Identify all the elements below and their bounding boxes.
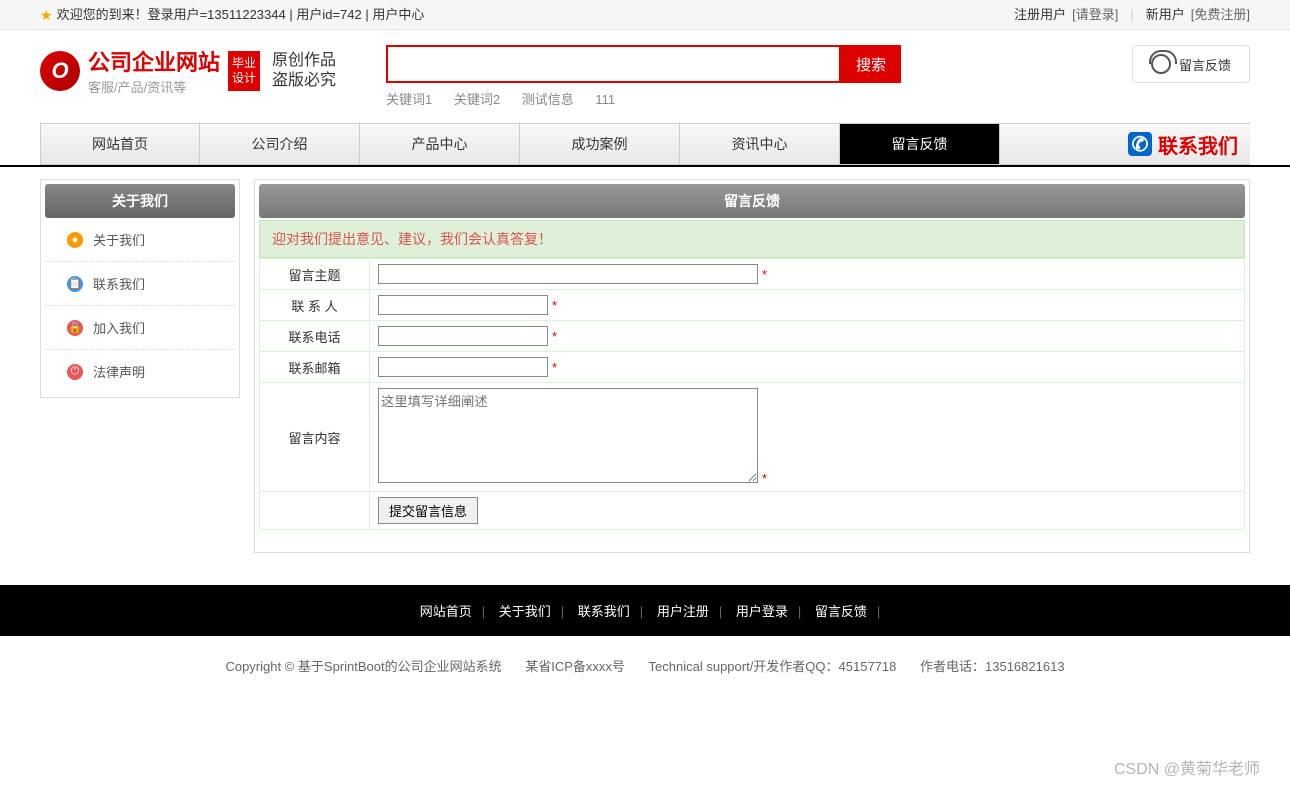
script-line1: 原创作品 bbox=[272, 51, 336, 70]
keywords-row: 关键词1 关键词2 测试信息 111 bbox=[386, 89, 901, 108]
label-email: 联系邮箱 bbox=[260, 352, 370, 383]
sidebar-item-legal[interactable]: ⏻ 法律声明 bbox=[45, 350, 235, 393]
label-empty bbox=[260, 492, 370, 530]
badge-line1: 毕业 bbox=[232, 56, 256, 70]
keyword-link[interactable]: 关键词2 bbox=[454, 92, 500, 107]
sidebar-item-contact[interactable]: 📋 联系我们 bbox=[45, 262, 235, 306]
contact-input[interactable] bbox=[378, 295, 548, 315]
badge-box: 毕业 设计 bbox=[228, 51, 260, 91]
phone-input[interactable] bbox=[378, 326, 548, 346]
main-nav: 网站首页 公司介绍 产品中心 成功案例 资讯中心 留言反馈 ✆ 联系我们 bbox=[40, 123, 1250, 165]
keyword-link[interactable]: 111 bbox=[595, 92, 615, 107]
nav-products[interactable]: 产品中心 bbox=[360, 124, 520, 164]
topbar-right: 注册用户 [请登录] | 新用户 [免费注册] bbox=[1014, 0, 1250, 29]
phone-icon: ✆ bbox=[1128, 132, 1152, 156]
required-mark: * bbox=[762, 267, 767, 282]
feedback-shortcut-button[interactable]: 留言反馈 bbox=[1132, 45, 1250, 83]
footer-link[interactable]: 用户注册 bbox=[657, 604, 709, 619]
content-panel: 留言反馈 迎对我们提出意见、建议，我们会认真答复！ 留言主题 * 联 系 人 *… bbox=[254, 179, 1250, 553]
author-tel: 作者电话：13516821613 bbox=[920, 659, 1065, 674]
subject-input[interactable] bbox=[378, 264, 758, 284]
nav-feedback[interactable]: 留言反馈 bbox=[840, 124, 1000, 164]
footer-link[interactable]: 关于我们 bbox=[499, 604, 551, 619]
nav-contact[interactable]: ✆ 联系我们 bbox=[1116, 124, 1250, 164]
headset-icon bbox=[1151, 54, 1171, 74]
sidebar-header: 关于我们 bbox=[45, 184, 235, 218]
keyword-link[interactable]: 关键词1 bbox=[386, 92, 432, 107]
topbar: ★ 欢迎您的到来！登录用户=13511223344 | 用户id=742 | 用… bbox=[0, 0, 1290, 30]
icp-text: 某省ICP备xxxx号 bbox=[525, 659, 625, 674]
logo-text-block: 公司企业网站 客服/产品/资讯等 bbox=[88, 45, 220, 96]
sidebar-item-label: 加入我们 bbox=[93, 318, 145, 337]
search-area: 搜索 关键词1 关键词2 测试信息 111 bbox=[386, 45, 901, 108]
label-phone: 联系电话 bbox=[260, 321, 370, 352]
required-mark: * bbox=[552, 298, 557, 313]
submit-button[interactable]: 提交留言信息 bbox=[378, 497, 478, 524]
star-icon: ★ bbox=[40, 0, 53, 30]
footer-nav: 网站首页| 关于我们| 联系我们| 用户注册| 用户登录| 留言反馈| bbox=[0, 585, 1290, 636]
script-text: 原创作品 盗版必究 bbox=[272, 51, 336, 89]
dot-icon: ● bbox=[67, 232, 83, 248]
sidebar-item-join[interactable]: 🔒 加入我们 bbox=[45, 306, 235, 350]
sidebar-item-about[interactable]: ● 关于我们 bbox=[45, 218, 235, 262]
support-text: Technical support/开发作者QQ：45157718 bbox=[649, 659, 897, 674]
watermark: CSDN @黄菊华老师 bbox=[1114, 755, 1260, 779]
search-box: 搜索 bbox=[386, 45, 901, 83]
logo-title: 公司企业网站 bbox=[88, 45, 220, 77]
nav-contact-label: 联系我们 bbox=[1158, 130, 1238, 159]
body-textarea[interactable] bbox=[378, 388, 758, 483]
newuser-label: 新用户 bbox=[1146, 0, 1185, 30]
logo-icon: O bbox=[40, 51, 80, 91]
sidebar: 关于我们 ● 关于我们 📋 联系我们 🔒 加入我们 ⏻ 法律声明 bbox=[40, 179, 240, 398]
form-hint: 迎对我们提出意见、建议，我们会认真答复！ bbox=[259, 220, 1245, 258]
feedback-shortcut-label: 留言反馈 bbox=[1179, 55, 1231, 74]
power-icon: ⏻ bbox=[67, 364, 83, 380]
search-button[interactable]: 搜索 bbox=[841, 45, 901, 83]
label-subject: 留言主题 bbox=[260, 259, 370, 290]
register-label: 注册用户 bbox=[1014, 0, 1066, 30]
logo-area[interactable]: O 公司企业网站 客服/产品/资讯等 毕业 设计 原创作品 盗版必究 bbox=[40, 45, 336, 96]
search-input[interactable] bbox=[386, 45, 841, 83]
logo-subtitle: 客服/产品/资讯等 bbox=[88, 77, 220, 96]
main-wrap: 关于我们 ● 关于我们 📋 联系我们 🔒 加入我们 ⏻ 法律声明 留言反馈 迎对… bbox=[0, 165, 1290, 565]
topbar-left: ★ 欢迎您的到来！登录用户=13511223344 | 用户id=742 | 用… bbox=[40, 0, 424, 29]
footer-link[interactable]: 联系我们 bbox=[578, 604, 630, 619]
clipboard-icon: 📋 bbox=[67, 276, 83, 292]
nav-cases[interactable]: 成功案例 bbox=[520, 124, 680, 164]
nav-news[interactable]: 资讯中心 bbox=[680, 124, 840, 164]
content-header: 留言反馈 bbox=[259, 184, 1245, 218]
sidebar-item-label: 法律声明 bbox=[93, 362, 145, 381]
lock-icon: 🔒 bbox=[67, 320, 83, 336]
nav-home[interactable]: 网站首页 bbox=[40, 124, 200, 164]
footer-link[interactable]: 留言反馈 bbox=[815, 604, 867, 619]
copyright-text: Copyright © 基于SprintBoot的公司企业网站系统 bbox=[225, 659, 501, 674]
sidebar-item-label: 联系我们 bbox=[93, 274, 145, 293]
header: O 公司企业网站 客服/产品/资讯等 毕业 设计 原创作品 盗版必究 搜索 关键… bbox=[0, 30, 1290, 123]
label-body: 留言内容 bbox=[260, 383, 370, 492]
sidebar-item-label: 关于我们 bbox=[93, 230, 145, 249]
footer-link[interactable]: 网站首页 bbox=[420, 604, 472, 619]
required-mark: * bbox=[762, 471, 767, 486]
login-link[interactable]: [请登录] bbox=[1072, 0, 1118, 30]
feedback-form: 留言主题 * 联 系 人 * 联系电话 * 联系邮箱 * 留言内容 * 提交留言… bbox=[259, 258, 1245, 530]
free-register-link[interactable]: [免费注册] bbox=[1191, 0, 1250, 30]
keyword-link[interactable]: 测试信息 bbox=[522, 92, 574, 107]
label-contact: 联 系 人 bbox=[260, 290, 370, 321]
copyright-row: Copyright © 基于SprintBoot的公司企业网站系统 某省ICP备… bbox=[0, 636, 1290, 695]
nav-about[interactable]: 公司介绍 bbox=[200, 124, 360, 164]
email-input[interactable] bbox=[378, 357, 548, 377]
badge-line2: 设计 bbox=[232, 71, 256, 85]
script-line2: 盗版必究 bbox=[272, 71, 336, 90]
required-mark: * bbox=[552, 360, 557, 375]
welcome-text[interactable]: 欢迎您的到来！登录用户=13511223344 | 用户id=742 | 用户中… bbox=[57, 0, 425, 30]
required-mark: * bbox=[552, 329, 557, 344]
footer-link[interactable]: 用户登录 bbox=[736, 604, 788, 619]
separator: | bbox=[1130, 0, 1133, 30]
